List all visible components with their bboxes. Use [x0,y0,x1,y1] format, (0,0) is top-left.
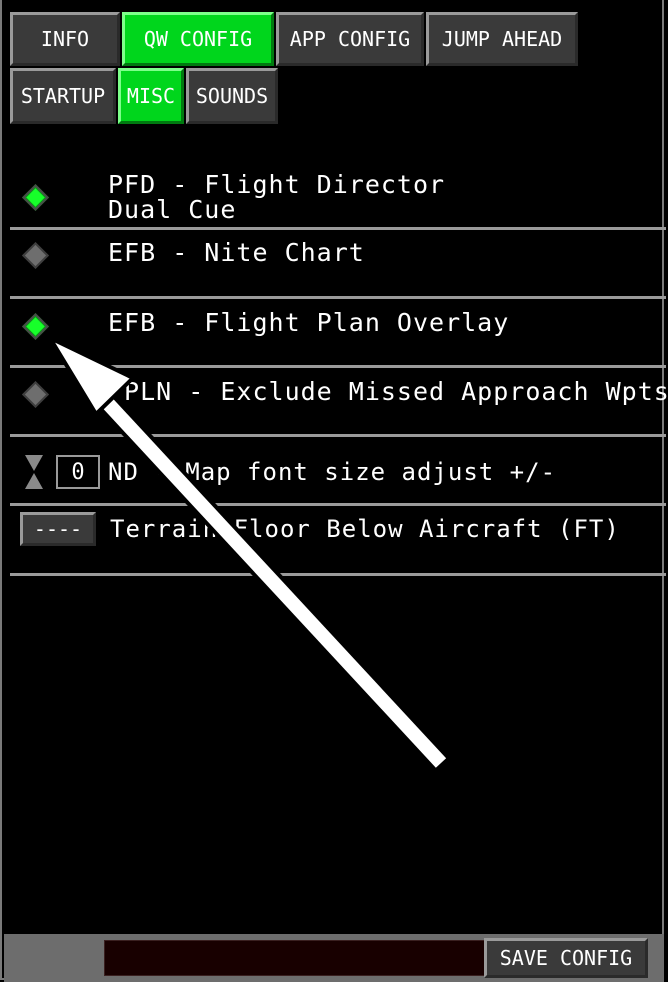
divider [10,365,666,368]
font-size-value[interactable]: 0 [56,455,100,489]
font-size-spinner-icon[interactable] [24,454,44,490]
tab-jump-ahead[interactable]: JUMP AHEAD [426,12,578,66]
tab-info[interactable]: INFO [10,12,120,66]
divider [10,503,666,506]
save-config-button[interactable]: SAVE CONFIG [484,938,648,978]
tab-qw-config[interactable]: QW CONFIG [122,12,274,66]
tab-sounds[interactable]: SOUNDS [186,68,278,124]
divider [10,227,666,230]
divider [10,296,666,299]
config-panel-frame [0,0,664,980]
divider [10,573,666,576]
flight-director-dual-cue-label: PFD - Flight Director Dual Cue [108,170,446,224]
tab-startup[interactable]: STARTUP [10,68,116,124]
flight-plan-overlay-label: EFB - Flight Plan Overlay [108,308,510,337]
divider [10,434,666,437]
font-size-adjust-label: ND - Map font size adjust +/- [108,458,557,486]
exclude-missed-approach-label: FPLN - Exclude Missed Approach Wpts [108,377,668,406]
tab-app-config[interactable]: APP CONFIG [276,12,424,66]
tab-misc[interactable]: MISC [118,68,184,124]
terrain-floor-input[interactable]: ---- [20,512,96,546]
status-message-field [104,940,486,976]
nite-chart-label: EFB - Nite Chart [108,238,365,267]
terrain-floor-label: Terrain Floor Below Aircraft (FT) [110,515,620,543]
